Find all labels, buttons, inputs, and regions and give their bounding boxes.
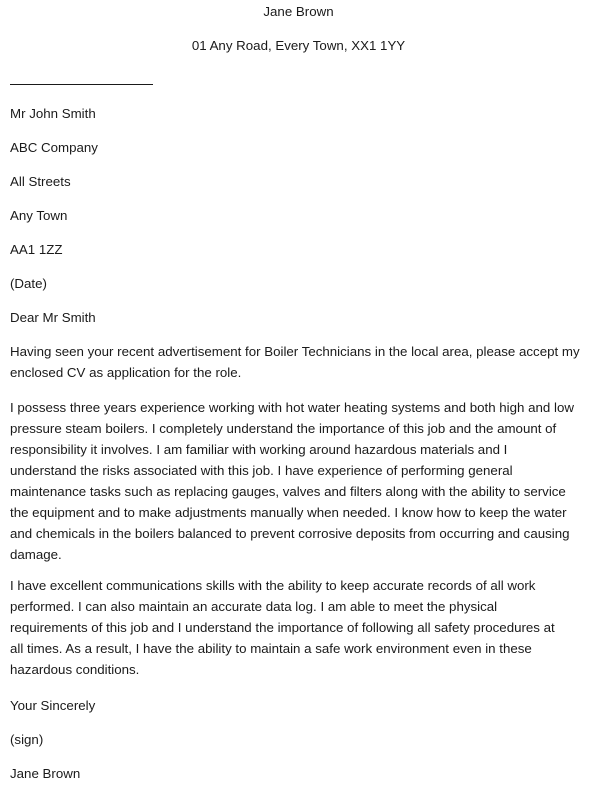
paragraph-intro: Having seen your recent advertisement fo…: [10, 341, 590, 383]
date-line-divider: [10, 84, 153, 85]
recipient-postcode: AA1 1ZZ: [10, 242, 63, 257]
paragraph-line: enclosed CV as application for the role.: [10, 365, 242, 380]
sender-name: Jane Brown: [263, 4, 334, 19]
paragraph-line: performed. I can also maintain an accura…: [10, 599, 498, 614]
salutation: Dear Mr Smith: [10, 310, 96, 325]
paragraph-skills: I have excellent communications skills w…: [10, 575, 590, 680]
paragraph-line: all times. As a result, I have the abili…: [10, 641, 532, 656]
paragraph-experience: I possess three years experience working…: [10, 397, 590, 565]
paragraph-line: pressure steam boilers. I completely und…: [10, 421, 557, 436]
paragraph-line: Having seen your recent advertisement fo…: [10, 344, 580, 359]
signature-placeholder: (sign): [10, 732, 44, 747]
paragraph-line: the equipment and to make adjustments ma…: [10, 505, 567, 520]
recipient-street: All Streets: [10, 174, 71, 189]
paragraph-line: damage.: [10, 547, 62, 562]
paragraph-line: responsibility it involves. I am familia…: [10, 442, 508, 457]
paragraph-line: maintenance tasks such as replacing gaug…: [10, 484, 566, 499]
paragraph-line: requirements of this job and I understan…: [10, 620, 555, 635]
recipient-company: ABC Company: [10, 140, 98, 155]
letter-date: (Date): [10, 276, 47, 291]
closing-name: Jane Brown: [10, 766, 81, 781]
sender-address: 01 Any Road, Every Town, XX1 1YY: [191, 38, 406, 53]
recipient-town: Any Town: [10, 208, 68, 223]
valediction: Your Sincerely: [10, 698, 96, 713]
recipient-name: Mr John Smith: [10, 106, 96, 121]
paragraph-line: and chemicals in the boilers balanced to…: [10, 526, 570, 541]
paragraph-line: I have excellent communications skills w…: [10, 578, 536, 593]
paragraph-line: I possess three years experience working…: [10, 400, 574, 415]
paragraph-line: hazardous conditions.: [10, 662, 140, 677]
paragraph-line: understand the risks associated with thi…: [10, 463, 513, 478]
